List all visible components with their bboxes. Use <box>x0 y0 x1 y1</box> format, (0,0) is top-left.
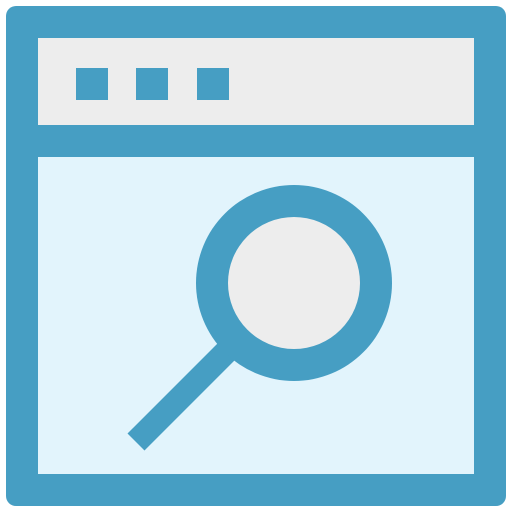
window-dot-3 <box>197 68 229 100</box>
window-dot-1 <box>76 68 108 100</box>
window-dot-2 <box>136 68 168 100</box>
browser-search-icon <box>6 6 506 506</box>
titlebar-divider <box>38 125 474 157</box>
browser-search-illustration <box>0 0 512 512</box>
magnifier-lens-glass <box>228 217 360 349</box>
